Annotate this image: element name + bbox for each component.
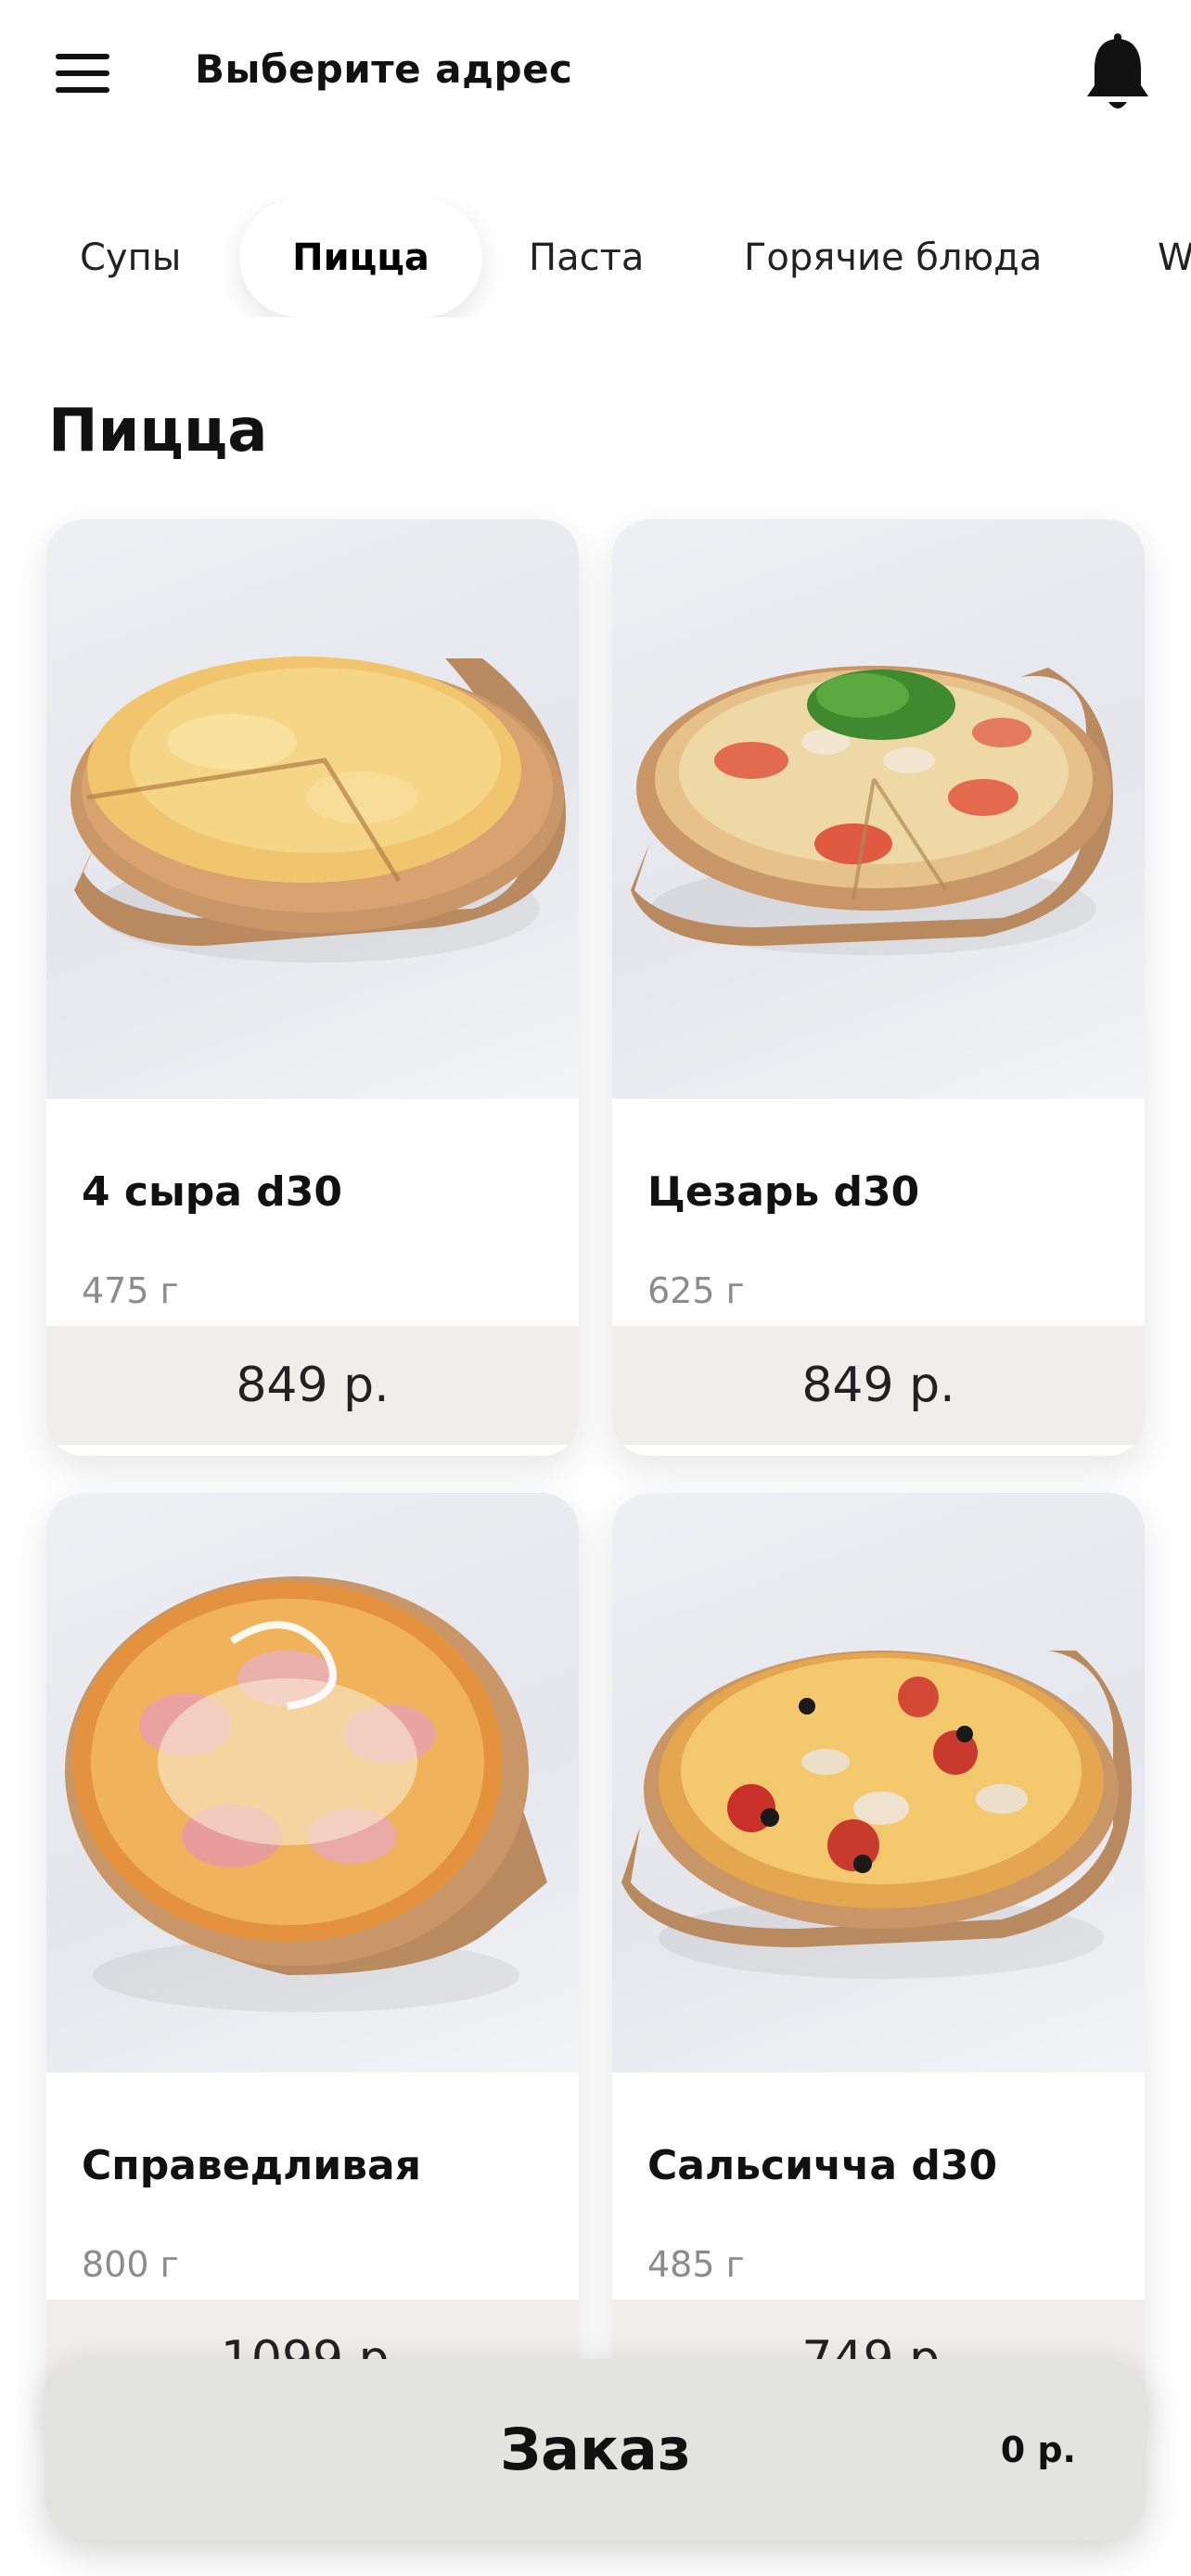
section-title: Пицца bbox=[48, 397, 268, 465]
top-header: Выберите адрес bbox=[0, 0, 1191, 148]
pizza-caesar-image bbox=[612, 519, 1145, 1099]
product-card[interactable]: 4 сыра d30 475 г 849 р. bbox=[46, 519, 579, 1456]
tab-next-category[interactable]: W bbox=[1158, 198, 1191, 317]
order-label: Заказ bbox=[500, 2416, 691, 2483]
category-tabs: Супы Пицца Паста Горячие блюда W bbox=[0, 198, 1191, 317]
price-button[interactable]: 849 р. bbox=[46, 1326, 579, 1445]
product-card[interactable]: Сальсичча d30 485 г 749 р. bbox=[612, 1493, 1145, 2429]
order-button[interactable]: Заказ 0 р. bbox=[45, 2359, 1146, 2541]
product-card[interactable]: Справедливая 800 г 1099 р. bbox=[46, 1493, 579, 2429]
tab-pizza[interactable]: Пицца bbox=[239, 198, 482, 317]
tab-soups[interactable]: Супы bbox=[80, 198, 181, 317]
pizza-ham-image bbox=[46, 1493, 579, 2072]
product-weight: 800 г bbox=[82, 2244, 179, 2285]
tab-pasta[interactable]: Паста bbox=[529, 198, 644, 317]
app-screen: Выберите адрес Супы Пицца Паста Горячие … bbox=[0, 0, 1191, 2576]
hamburger-menu-icon[interactable] bbox=[54, 50, 113, 98]
product-name: Сальсичча d30 bbox=[647, 2142, 998, 2189]
product-weight: 475 г bbox=[82, 1270, 179, 1311]
pizza-four-cheese-image bbox=[46, 519, 579, 1099]
order-total: 0 р. bbox=[1000, 2429, 1076, 2470]
price-button[interactable]: 849 р. bbox=[612, 1326, 1145, 1445]
product-name: Справедливая bbox=[82, 2142, 421, 2189]
product-name: 4 сыра d30 bbox=[82, 1168, 343, 1216]
product-weight: 485 г bbox=[647, 2244, 745, 2285]
pizza-salsiccia-image bbox=[612, 1493, 1145, 2072]
product-card[interactable]: Цезарь d30 625 г 849 р. bbox=[612, 519, 1145, 1456]
tab-hot-dishes[interactable]: Горячие блюда bbox=[744, 198, 1042, 317]
product-name: Цезарь d30 bbox=[647, 1168, 920, 1216]
address-selector[interactable]: Выберите адрес bbox=[195, 46, 572, 92]
product-weight: 625 г bbox=[647, 1270, 745, 1311]
notification-bell-icon[interactable] bbox=[1083, 32, 1152, 115]
